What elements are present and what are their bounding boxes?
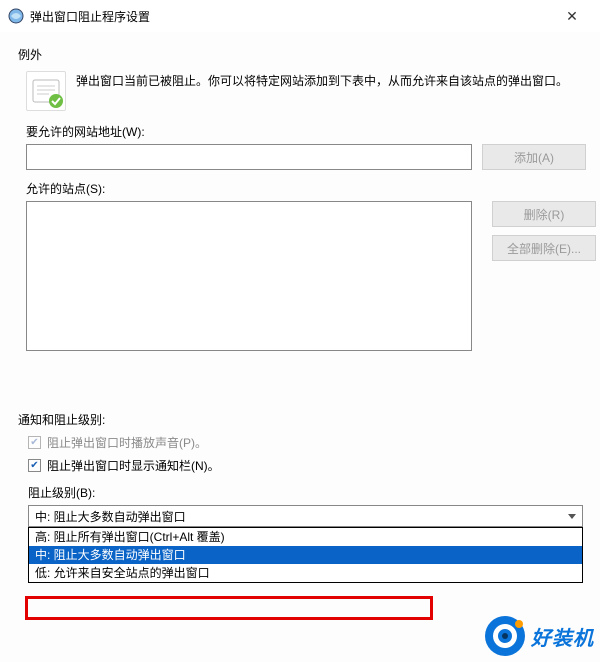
block-level-label: 阻止级别(B): bbox=[28, 484, 586, 501]
window-title: 弹出窗口阻止程序设置 bbox=[30, 8, 552, 25]
block-level-dropdown: 高: 阻止所有弹出窗口(Ctrl+Alt 覆盖) 中: 阻止大多数自动弹出窗口 … bbox=[28, 527, 583, 583]
allowed-sites-list[interactable] bbox=[26, 201, 472, 351]
option-low[interactable]: 低: 允许来自安全站点的弹出窗口 bbox=[29, 564, 582, 582]
play-sound-checkbox: ✔ bbox=[28, 436, 41, 449]
allowed-sites-label: 允许的站点(S): bbox=[26, 180, 586, 197]
add-button: 添加(A) bbox=[482, 144, 586, 170]
watermark-icon bbox=[483, 614, 527, 658]
notification-header: 通知和阻止级别: bbox=[18, 411, 586, 428]
title-bar: 弹出窗口阻止程序设置 ✕ bbox=[0, 0, 600, 32]
app-icon bbox=[8, 8, 24, 24]
show-bar-checkbox[interactable]: ✔ bbox=[28, 459, 41, 472]
play-sound-label: 阻止弹出窗口时播放声音(P)。 bbox=[47, 434, 207, 451]
highlight-box bbox=[25, 596, 433, 620]
combo-selected-text: 中: 阻止大多数自动弹出窗口 bbox=[35, 508, 186, 525]
remove-button: 删除(R) bbox=[492, 201, 596, 227]
exceptions-header: 例外 bbox=[18, 46, 586, 63]
address-label: 要允许的网站地址(W): bbox=[26, 123, 586, 140]
remove-all-button: 全部删除(E)... bbox=[492, 235, 596, 261]
close-icon[interactable]: ✕ bbox=[552, 8, 592, 25]
address-input[interactable] bbox=[26, 144, 472, 170]
watermark: 好装机 bbox=[483, 614, 594, 658]
option-high[interactable]: 高: 阻止所有弹出窗口(Ctrl+Alt 覆盖) bbox=[29, 528, 582, 546]
block-level-combo[interactable]: 中: 阻止大多数自动弹出窗口 bbox=[28, 505, 583, 527]
option-medium[interactable]: 中: 阻止大多数自动弹出窗口 bbox=[29, 546, 582, 564]
show-bar-label: 阻止弹出窗口时显示通知栏(N)。 bbox=[47, 457, 220, 474]
watermark-text: 好装机 bbox=[531, 622, 594, 651]
info-text: 弹出窗口当前已被阻止。你可以将特定网站添加到下表中，从而允许来自该站点的弹出窗口… bbox=[76, 71, 568, 91]
info-icon bbox=[26, 71, 66, 111]
